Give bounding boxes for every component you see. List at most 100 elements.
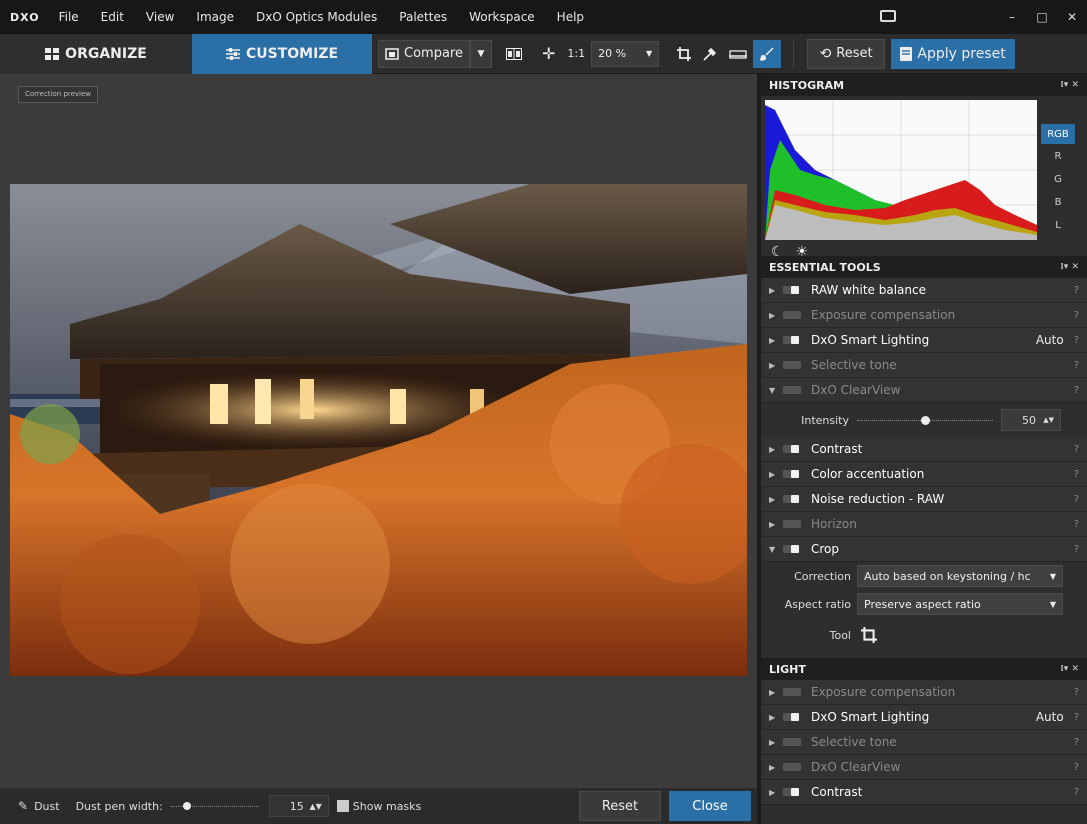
expand-arrow-icon[interactable]: ▶	[769, 311, 783, 320]
expand-arrow-icon[interactable]: ▶	[769, 713, 783, 722]
tool-toggle[interactable]	[783, 494, 805, 504]
reset-button[interactable]: ⟲ Reset	[807, 38, 886, 69]
tool-row[interactable]: ▶ Horizon ?	[761, 512, 1087, 537]
help-icon[interactable]: ?	[1074, 787, 1079, 798]
help-icon[interactable]: ?	[1074, 737, 1079, 748]
dust-close-button[interactable]: Close	[669, 791, 751, 821]
intensity-slider[interactable]	[857, 412, 993, 428]
slider-handle[interactable]	[182, 802, 191, 810]
help-icon[interactable]: ?	[1074, 310, 1079, 321]
expand-arrow-icon[interactable]: ▶	[769, 286, 783, 295]
move-button[interactable]: ✛	[536, 40, 561, 68]
menu-optics-modules[interactable]: DxO Optics Modules	[245, 0, 388, 34]
help-icon[interactable]: ?	[1074, 444, 1079, 455]
menu-view[interactable]: View	[135, 0, 185, 34]
tool-row[interactable]: ▶ Contrast ?	[761, 437, 1087, 462]
compare-dropdown-button[interactable]: ▼	[469, 39, 492, 68]
panel-menu-close-icon[interactable]: ⁞▾ ✕	[1060, 80, 1079, 90]
tool-toggle[interactable]	[783, 762, 805, 772]
expand-arrow-icon[interactable]: ▶	[769, 788, 783, 797]
dust-pen-width-slider[interactable]	[170, 798, 259, 814]
tool-toggle[interactable]	[783, 737, 805, 747]
panel-menu-close-icon[interactable]: ⁞▾ ✕	[1060, 664, 1079, 674]
help-icon[interactable]: ?	[1074, 285, 1079, 296]
tool-toggle[interactable]	[783, 310, 805, 320]
tool-toggle[interactable]	[783, 335, 805, 345]
maximize-button[interactable]: □	[1027, 0, 1057, 34]
moon-icon[interactable]: ☾	[771, 244, 784, 260]
tool-row[interactable]: ▶ DxO Smart Lighting Auto ?	[761, 705, 1087, 730]
dust-pen-width-value[interactable]: 15 ▲▼	[268, 795, 329, 817]
show-masks-checkbox[interactable]	[336, 800, 349, 812]
image-viewer[interactable]: Correction preview	[0, 74, 757, 788]
display-toggle-icon[interactable]	[880, 10, 896, 22]
apply-preset-button[interactable]: Apply preset	[891, 38, 1016, 69]
tool-toggle[interactable]	[783, 519, 805, 529]
tool-row[interactable]: ▶ Selective tone ?	[761, 353, 1087, 378]
tool-row[interactable]: ▶ Exposure compensation ?	[761, 680, 1087, 705]
expand-arrow-icon[interactable]: ▶	[769, 470, 783, 479]
tool-toggle[interactable]	[783, 787, 805, 797]
eyedropper-button[interactable]	[697, 40, 723, 68]
collapse-arrow-icon[interactable]: ▼	[769, 386, 783, 395]
histogram-channel-l[interactable]: L	[1041, 215, 1075, 235]
crop-aspect-dropdown[interactable]: Preserve aspect ratio ▼	[857, 593, 1063, 615]
histogram-channel-b[interactable]: B	[1041, 192, 1075, 212]
horizon-tool-button[interactable]	[723, 40, 753, 68]
expand-arrow-icon[interactable]: ▶	[769, 763, 783, 772]
crop-icon[interactable]	[861, 627, 877, 643]
tool-row[interactable]: ▶ DxO ClearView ?	[761, 755, 1087, 780]
help-icon[interactable]: ?	[1074, 385, 1079, 396]
help-icon[interactable]: ?	[1074, 712, 1079, 723]
collapse-arrow-icon[interactable]: ▼	[769, 545, 783, 554]
dust-tool-button[interactable]	[753, 39, 782, 68]
tool-toggle[interactable]	[783, 687, 805, 697]
stepper-icon[interactable]: ▲▼	[309, 802, 321, 811]
help-icon[interactable]: ?	[1074, 762, 1079, 773]
expand-arrow-icon[interactable]: ▶	[769, 520, 783, 529]
menu-file[interactable]: File	[48, 0, 90, 34]
tool-row[interactable]: ▼ DxO ClearView ?	[761, 378, 1087, 403]
tool-row[interactable]: ▼ Crop ?	[761, 537, 1087, 562]
tool-toggle[interactable]	[783, 285, 805, 295]
expand-arrow-icon[interactable]: ▶	[769, 336, 783, 345]
compare-button[interactable]: Compare	[378, 39, 470, 68]
tool-row[interactable]: ▶ DxO Smart Lighting Auto ?	[761, 328, 1087, 353]
tab-organize[interactable]: ORGANIZE	[0, 33, 192, 74]
tool-row[interactable]: ▶ Color accentuation ?	[761, 462, 1087, 487]
menu-workspace[interactable]: Workspace	[458, 0, 546, 34]
tool-toggle[interactable]	[783, 385, 805, 395]
histogram-channel-g[interactable]: G	[1041, 169, 1075, 189]
tool-row[interactable]: ▶ Noise reduction - RAW ?	[761, 487, 1087, 512]
panel-menu-close-icon[interactable]: ⁞▾ ✕	[1060, 262, 1079, 272]
tool-row[interactable]: ▶ Contrast ?	[761, 780, 1087, 805]
intensity-value-field[interactable]: 50 ▲▼	[1001, 409, 1061, 431]
menu-help[interactable]: Help	[546, 0, 595, 34]
side-by-side-button[interactable]	[500, 40, 528, 68]
tool-toggle[interactable]	[783, 469, 805, 479]
help-icon[interactable]: ?	[1074, 687, 1079, 698]
expand-arrow-icon[interactable]: ▶	[769, 495, 783, 504]
tab-customize[interactable]: CUSTOMIZE	[192, 33, 372, 74]
expand-arrow-icon[interactable]: ▶	[769, 688, 783, 697]
stepper-icon[interactable]: ▲▼	[1043, 416, 1054, 424]
crop-tool-button[interactable]	[671, 40, 697, 68]
correction-preview-badge[interactable]: Correction preview	[18, 86, 99, 103]
slider-handle[interactable]	[920, 416, 930, 425]
close-window-button[interactable]: ✕	[1057, 0, 1087, 34]
menu-image[interactable]: Image	[185, 0, 245, 34]
tool-row[interactable]: ▶ RAW white balance ?	[761, 278, 1087, 303]
tool-toggle[interactable]	[783, 360, 805, 370]
crop-correction-dropdown[interactable]: Auto based on keystoning / hc ▼	[857, 565, 1063, 587]
photo-kiyomizu-temple-night[interactable]	[10, 184, 747, 676]
menu-edit[interactable]: Edit	[90, 0, 135, 34]
histogram-channel-rgb[interactable]: RGB	[1041, 124, 1075, 144]
dust-reset-button[interactable]: Reset	[579, 791, 661, 821]
expand-arrow-icon[interactable]: ▶	[769, 445, 783, 454]
help-icon[interactable]: ?	[1074, 469, 1079, 480]
histogram-channel-r[interactable]: R	[1041, 146, 1075, 166]
help-icon[interactable]: ?	[1074, 360, 1079, 371]
sun-icon[interactable]: ☀	[796, 244, 809, 260]
tool-toggle[interactable]	[783, 712, 805, 722]
minimize-button[interactable]: –	[997, 0, 1027, 34]
